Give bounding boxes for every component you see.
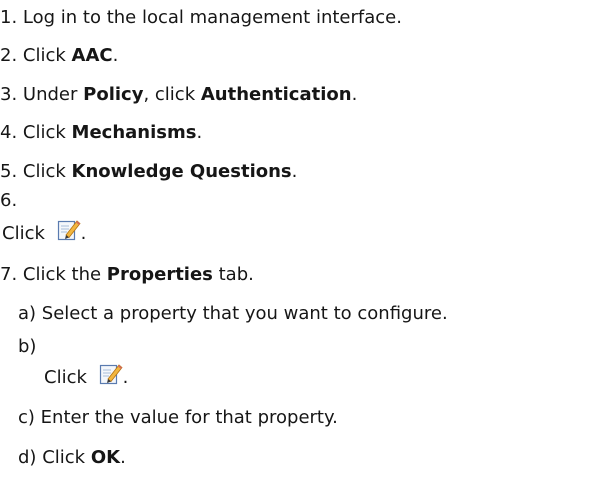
substep-b: Click . [44, 362, 128, 390]
step-text: Click [22, 45, 72, 66]
ui-term: Policy [83, 84, 144, 105]
step-3: 3. Under Policy, click Authentication. [0, 83, 357, 107]
substep-letter: a) [18, 303, 37, 324]
step-text: Click [2, 223, 51, 244]
step-number: 7. [0, 264, 18, 285]
substep-punct: . [120, 447, 126, 468]
step-number: 1. [0, 7, 18, 28]
step-5: 5. Click Knowledge Questions. [0, 160, 297, 184]
step-text: Click [22, 122, 72, 143]
step-text: Click [22, 161, 72, 182]
step-number: 2. [0, 45, 18, 66]
edit-pencil-icon[interactable] [99, 362, 123, 386]
step-text: Log in to the local management interface… [22, 7, 402, 28]
ui-term: AAC [71, 45, 113, 66]
ui-term: OK [90, 447, 121, 468]
step-text: tab. [212, 264, 254, 285]
substep-letter: c) [18, 407, 35, 428]
substep-text: Click [44, 367, 93, 388]
step-punct: . [112, 45, 119, 66]
substep-punct: . [122, 367, 129, 388]
step-text: Under [22, 84, 84, 105]
step-6: Click . [2, 218, 86, 246]
step-punct: . [80, 223, 87, 244]
step-text: Click the [22, 264, 107, 285]
ui-term: Properties [106, 264, 213, 285]
substep-letter: d) [18, 447, 37, 468]
step-7: 7. Click the Properties tab. [0, 263, 254, 287]
step-4: 4. Click Mechanisms. [0, 121, 202, 145]
substep-text: Click [42, 447, 91, 468]
step-2: 2. Click AAC. [0, 44, 118, 68]
ui-term: Authentication [200, 84, 352, 105]
substep-c: c) Enter the value for that property. [18, 406, 338, 430]
step-number: 4. [0, 122, 18, 143]
substep-d: d) Click OK. [18, 446, 126, 470]
substep-b-letter: b) [18, 336, 37, 357]
edit-pencil-icon[interactable] [57, 218, 81, 242]
step-punct: . [291, 161, 298, 182]
step-number: 3. [0, 84, 18, 105]
substep-text: Enter the value for that property. [40, 407, 338, 428]
substep-a: a) Select a property that you want to co… [18, 302, 448, 326]
substep-text: Select a property that you want to confi… [41, 303, 448, 324]
step-punct: . [351, 84, 358, 105]
step-text: , click [143, 84, 201, 105]
step-1: 1. Log in to the local management interf… [0, 6, 402, 30]
ui-term: Mechanisms [71, 122, 197, 143]
step-number: 5. [0, 161, 18, 182]
step-6-number: 6. [0, 190, 18, 211]
step-punct: . [196, 122, 203, 143]
ui-term: Knowledge Questions [71, 161, 292, 182]
